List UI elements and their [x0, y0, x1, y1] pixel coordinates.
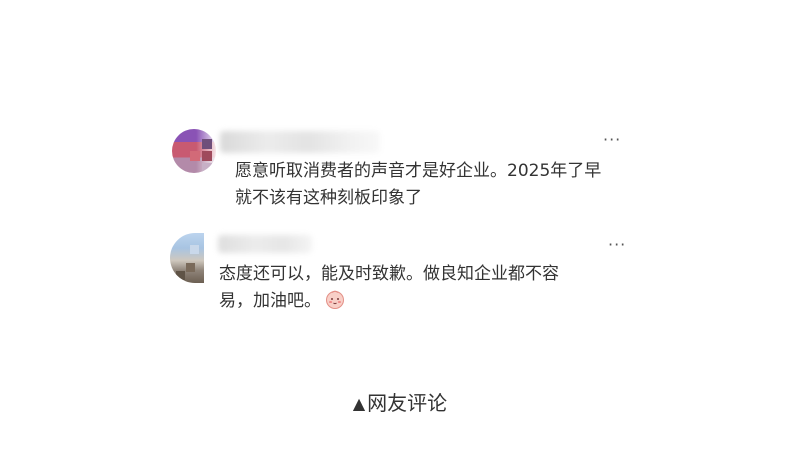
triangle-up-icon: ▲ [352, 394, 366, 413]
comment-text-segment: 易，加油吧。 [219, 291, 321, 311]
username-blurred[interactable] [220, 131, 380, 153]
more-options-icon[interactable]: ··· [603, 132, 621, 148]
comment-text-line: 就不该有这种刻板印象了 [235, 188, 422, 208]
comment-text-line: 态度还可以，能及时致歉。做良知企业都不容 [219, 264, 559, 284]
comment-item: ··· 愿意听取消费者的声音才是好企业。2025年了早 就不该有这种刻板印象了 [170, 125, 640, 225]
more-options-icon[interactable]: ··· [608, 237, 626, 253]
comment-text-line: 愿意听取消费者的声音才是好企业。2025年了早 [235, 161, 602, 181]
blush-emoji-icon [325, 289, 345, 309]
avatar[interactable] [170, 233, 204, 283]
image-caption: ▲ 网友评论 [0, 389, 800, 419]
caption-text: 网友评论 [367, 391, 448, 415]
comment-text-line: 易，加油吧。 [219, 288, 619, 315]
username-blurred[interactable] [218, 235, 312, 253]
avatar[interactable] [172, 129, 216, 173]
comment-text: 愿意听取消费者的声音才是好企业。2025年了早 就不该有这种刻板印象了 [235, 158, 627, 212]
comment-text: 态度还可以，能及时致歉。做良知企业都不容 易，加油吧。 [219, 261, 619, 315]
comment-item: ··· 态度还可以，能及时致歉。做良知企业都不容 易，加油吧。 [170, 228, 640, 338]
